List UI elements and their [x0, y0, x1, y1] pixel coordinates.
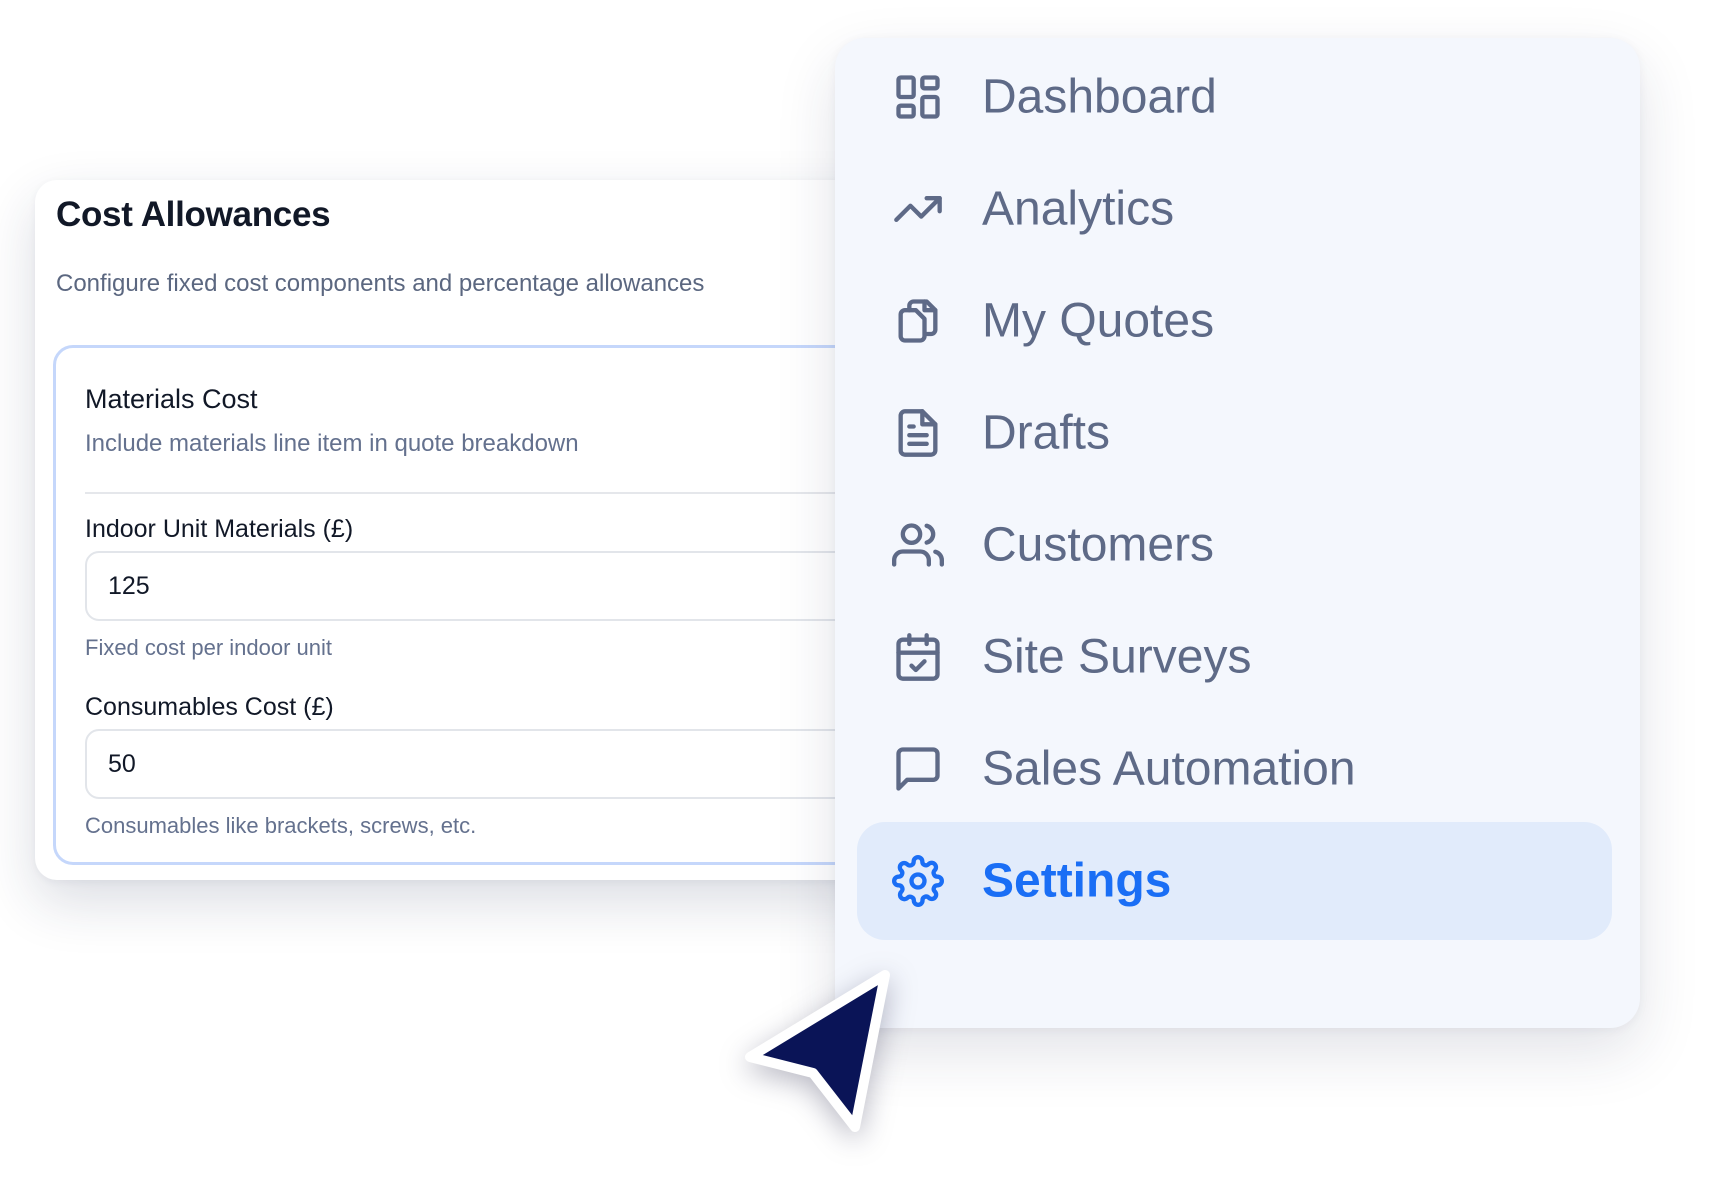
sidebar-item-label: Settings [982, 854, 1172, 908]
sidebar-item-analytics[interactable]: Analytics [857, 150, 1612, 268]
materials-cost-title: Materials Cost [85, 384, 258, 414]
sidebar-item-sales-automation[interactable]: Sales Automation [857, 710, 1612, 828]
sidebar-item-settings[interactable]: Settings [857, 822, 1612, 940]
materials-cost-description: Include materials line item in quote bre… [85, 430, 579, 457]
consumables-cost-help: Consumables like brackets, screws, etc. [85, 813, 477, 838]
sidebar-navigation: Dashboard Analytics My Quotes Drafts Cus… [835, 38, 1640, 1028]
sidebar-item-dashboard[interactable]: Dashboard [857, 38, 1612, 156]
indoor-unit-materials-value: 125 [108, 571, 150, 600]
copy-documents-icon [892, 295, 944, 347]
consumables-cost-input[interactable]: 50 [85, 729, 905, 799]
gear-icon [892, 855, 944, 907]
sidebar-item-label: Sales Automation [982, 742, 1356, 796]
materials-cost-section: Materials Cost Include materials line it… [53, 345, 905, 865]
indoor-unit-materials-label: Indoor Unit Materials (£) [85, 515, 354, 543]
sidebar-item-my-quotes[interactable]: My Quotes [857, 262, 1612, 380]
consumables-cost-label: Consumables Cost (£) [85, 693, 334, 721]
sidebar-item-drafts[interactable]: Drafts [857, 374, 1612, 492]
sidebar-item-label: Analytics [982, 182, 1175, 236]
mouse-cursor-icon [735, 955, 905, 1140]
consumables-cost-value: 50 [108, 749, 136, 778]
message-square-icon [892, 743, 944, 795]
indoor-unit-materials-input[interactable]: 125 [85, 551, 905, 621]
dashboard-icon [892, 71, 944, 123]
sidebar-item-customers[interactable]: Customers [857, 486, 1612, 604]
users-icon [892, 519, 944, 571]
cost-allowances-subtitle: Configure fixed cost components and perc… [56, 270, 705, 297]
sidebar-item-site-surveys[interactable]: Site Surveys [857, 598, 1612, 716]
calendar-check-icon [892, 631, 944, 683]
file-text-icon [892, 407, 944, 459]
cost-allowances-card: Cost Allowances Configure fixed cost com… [35, 180, 905, 880]
sidebar-item-label: Dashboard [982, 70, 1217, 124]
sidebar-item-label: My Quotes [982, 294, 1215, 348]
indoor-unit-materials-help: Fixed cost per indoor unit [85, 635, 333, 660]
trending-up-icon [892, 183, 944, 235]
cost-allowances-title: Cost Allowances [56, 195, 331, 234]
sidebar-item-label: Drafts [982, 406, 1111, 460]
sidebar-item-label: Customers [982, 518, 1215, 572]
section-divider [85, 492, 892, 494]
sidebar-item-label: Site Surveys [982, 630, 1252, 684]
